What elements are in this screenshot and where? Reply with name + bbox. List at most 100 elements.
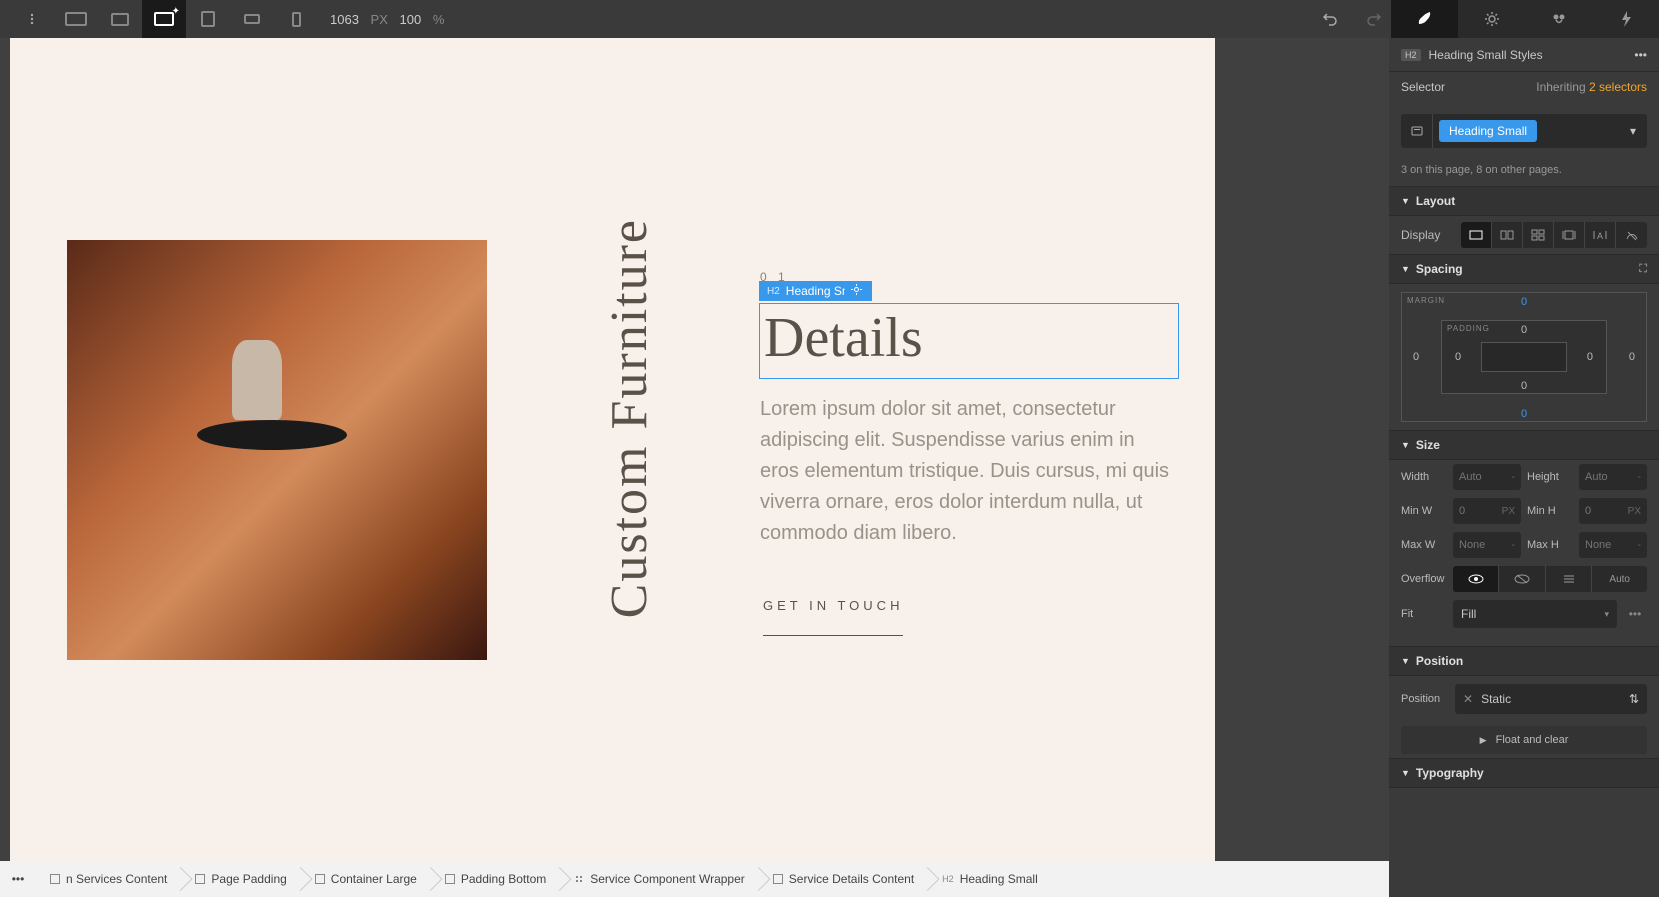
section-position-label: Position [1416, 654, 1463, 668]
vertical-title[interactable]: Custom Furniture [600, 218, 659, 618]
margin-right-input[interactable]: 0 [1629, 351, 1635, 363]
breadcrumb-item[interactable]: H2Heading Small [928, 861, 1052, 897]
width-input[interactable]: - [1453, 464, 1521, 490]
section-position-header[interactable]: ▼ Position [1389, 646, 1659, 676]
breadcrumb-label: Service Component Wrapper [590, 872, 745, 886]
position-select[interactable]: ✕ Static ⇅ [1455, 684, 1647, 714]
overflow-hidden-button[interactable] [1499, 566, 1545, 592]
maxh-input[interactable]: - [1579, 532, 1647, 558]
breadcrumb-item[interactable]: Padding Bottom [431, 861, 560, 897]
canvas[interactable]: Custom Furniture 0 1 H2 Heading Small De… [10, 38, 1215, 861]
display-inline-button[interactable]: A [1585, 222, 1616, 248]
section-spacing-header[interactable]: ▼ Spacing ⛶ [1389, 254, 1659, 284]
selection-gear-button[interactable] [845, 281, 868, 298]
inheriting-info[interactable]: Inheriting 2 selectors [1536, 80, 1647, 94]
selected-element-outline[interactable]: Details [759, 303, 1179, 379]
hero-image[interactable] [67, 240, 487, 660]
display-none-button[interactable] [1616, 222, 1647, 248]
selection-tag-prefix: H2 [767, 286, 780, 297]
display-button-group: A [1461, 222, 1647, 248]
section-size-header[interactable]: ▼ Size [1389, 430, 1659, 460]
effects-tab[interactable] [1592, 0, 1659, 38]
redo-button[interactable] [1352, 0, 1396, 38]
breadcrumb-more-button[interactable]: ••• [0, 872, 36, 886]
device-mobile-landscape-button[interactable] [230, 0, 274, 38]
fit-select[interactable]: Fill ▾ [1453, 600, 1617, 628]
minh-label: Min H [1527, 505, 1573, 517]
breadcrumb-item[interactable]: Service Component Wrapper [560, 861, 759, 897]
section-layout-header[interactable]: ▼ Layout [1389, 186, 1659, 216]
minh-input[interactable]: PX [1579, 498, 1647, 524]
margin-label: MARGIN [1407, 296, 1445, 305]
state-button[interactable] [1401, 114, 1433, 148]
device-base-button[interactable]: ✦ [142, 0, 186, 38]
padding-right-input[interactable]: 0 [1587, 351, 1593, 363]
height-input[interactable]: - [1579, 464, 1647, 490]
selector-input-row: Heading Small ▾ [1389, 102, 1659, 160]
display-flex-button[interactable] [1492, 222, 1523, 248]
svg-text:A: A [1597, 231, 1603, 241]
maxw-input[interactable]: - [1453, 532, 1521, 558]
style-tab[interactable] [1391, 0, 1458, 38]
breadcrumb-item[interactable]: Service Details Content [759, 861, 928, 897]
selected-element-wrap: H2 Heading Small Details [759, 303, 1179, 379]
heading-small[interactable]: Details [764, 306, 1174, 370]
display-grid-button[interactable] [1523, 222, 1554, 248]
breadcrumb-item[interactable]: Container Large [301, 861, 431, 897]
chevron-down-icon: ⇅ [1629, 692, 1639, 706]
body-paragraph[interactable]: Lorem ipsum dolor sit amet, consectetur … [760, 394, 1175, 549]
fit-label: Fit [1401, 608, 1447, 620]
padding-bottom-input[interactable]: 0 [1521, 380, 1527, 392]
overflow-visible-button[interactable] [1453, 566, 1499, 592]
position-row: Position ✕ Static ⇅ [1389, 676, 1659, 722]
overflow-label: Overflow [1401, 573, 1447, 585]
margin-top-input[interactable]: 0 [1521, 296, 1527, 308]
canvas-width-value[interactable]: 1063 [330, 12, 359, 27]
padding-top-input[interactable]: 0 [1521, 324, 1527, 336]
breadcrumb-label: Page Padding [211, 872, 286, 886]
size-grid: Width - Height - Min W PX Min H PX Max W… [1389, 460, 1659, 646]
box-icon [445, 874, 455, 884]
page-root: Custom Furniture 0 1 H2 Heading Small De… [10, 38, 1215, 861]
undo-button[interactable] [1308, 0, 1352, 38]
breadcrumb-item[interactable]: n Services Content [36, 861, 181, 897]
selector-combo[interactable]: Heading Small ▾ [1401, 114, 1647, 148]
overflow-scroll-button[interactable] [1546, 566, 1592, 592]
section-size-label: Size [1416, 438, 1440, 452]
caret-down-icon: ▼ [1401, 768, 1410, 778]
display-inline-block-button[interactable] [1554, 222, 1585, 248]
zoom-value[interactable]: 100 [400, 12, 422, 27]
chevron-down-icon: ▾ [1604, 609, 1609, 620]
spacing-expand-button[interactable]: ⛶ [1639, 263, 1647, 276]
fit-more-button[interactable]: ••• [1623, 607, 1647, 621]
margin-bottom-input[interactable]: 0 [1521, 408, 1527, 420]
device-desktop-button[interactable] [98, 0, 142, 38]
margin-left-input[interactable]: 0 [1413, 351, 1419, 363]
selector-dropdown[interactable]: ▾ [1619, 124, 1647, 138]
device-tablet-button[interactable] [186, 0, 230, 38]
grid-icon [574, 874, 584, 884]
box-icon [315, 874, 325, 884]
device-xl-button[interactable] [54, 0, 98, 38]
right-panel-tabs [1391, 0, 1659, 38]
selector-tag[interactable]: Heading Small [1439, 120, 1537, 142]
float-clear-toggle[interactable]: ▶ Float and clear [1401, 726, 1647, 754]
menu-dots-button[interactable] [10, 0, 54, 38]
overflow-auto-button[interactable]: Auto [1592, 566, 1647, 592]
breadcrumb-item[interactable]: Page Padding [181, 861, 300, 897]
header-more-button[interactable]: ••• [1634, 48, 1647, 62]
section-typography-label: Typography [1416, 766, 1484, 780]
position-label: Position [1401, 693, 1447, 705]
interactions-tab[interactable] [1525, 0, 1592, 38]
device-mobile-button[interactable] [274, 0, 318, 38]
cta-link[interactable]: GET IN TOUCH [763, 598, 903, 636]
height-label: Height [1527, 471, 1573, 483]
display-block-button[interactable] [1461, 222, 1492, 248]
maxw-label: Max W [1401, 539, 1447, 551]
instance-note: 3 on this page, 8 on other pages. [1389, 160, 1659, 186]
minw-input[interactable]: PX [1453, 498, 1521, 524]
canvas-viewport[interactable]: Custom Furniture 0 1 H2 Heading Small De… [0, 38, 1389, 861]
padding-left-input[interactable]: 0 [1455, 351, 1461, 363]
section-typography-header[interactable]: ▼ Typography [1389, 758, 1659, 788]
settings-tab[interactable] [1458, 0, 1525, 38]
